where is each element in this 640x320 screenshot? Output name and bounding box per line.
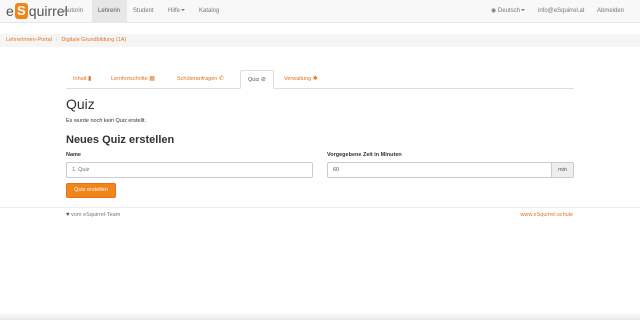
breadcrumb: LehrerInnen-Portal / Digitale Grundbildung… — [0, 34, 640, 47]
time-label: Vorgegebene Zeit in Minuten — [327, 152, 402, 158]
tab-label: Schüleranfragen — [177, 76, 218, 82]
name-label: Name — [66, 152, 81, 158]
tab-label: Quiz — [248, 77, 260, 83]
breadcrumb-course[interactable]: Digitale Grundbildung (1A) — [61, 37, 126, 43]
heart-icon: ♥ — [66, 212, 70, 218]
create-quiz-button[interactable]: Quiz erstellen — [66, 183, 116, 198]
chevron-down-icon — [181, 9, 186, 11]
chevron-down-icon — [520, 9, 525, 11]
brand-prefix: e — [6, 3, 14, 19]
logout-link[interactable]: Abmelden — [591, 0, 630, 22]
tab-label: Lernfortschritte — [111, 76, 148, 82]
nav-email[interactable]: info@eSquirrel.at — [532, 0, 590, 22]
footer-credit: ♥ vom eSquirrel-Team — [66, 212, 120, 218]
course-tabs: Inhalt ▮ Lernfortschritte ▦ Schüleranfra… — [66, 70, 574, 89]
globe-icon: ◉ — [491, 8, 498, 14]
footer-website-link[interactable]: www.eSquirrel.schule — [520, 212, 573, 218]
tab-inhalt[interactable]: Inhalt ▮ — [66, 71, 98, 89]
no-quiz-message: Es wurde noch kein Quiz erstellt. — [66, 118, 147, 124]
quiz-name-input[interactable] — [66, 162, 313, 178]
phone-icon: ✆ — [218, 76, 224, 82]
nav-hilfe-dropdown[interactable]: Hilfe — [162, 0, 191, 22]
tab-quiz[interactable]: Quiz ⊘ — [240, 70, 274, 89]
new-quiz-heading: Neues Quiz erstellen — [66, 134, 175, 146]
nav-katalog[interactable]: Katalog — [193, 0, 225, 22]
footer-credit-text: vom eSquirrel-Team — [71, 212, 121, 218]
language-dropdown[interactable]: ◉ Deutsch — [485, 0, 531, 22]
time-unit-addon: min — [551, 162, 574, 178]
footer-divider — [0, 207, 640, 208]
tab-lernfortschritte[interactable]: Lernfortschritte ▦ — [104, 71, 162, 89]
brand-s-mark: S — [14, 3, 28, 19]
nav-autorin[interactable]: Autorin — [58, 0, 89, 22]
window-bottom-edge — [0, 312, 640, 320]
breadcrumb-separator: / — [55, 37, 58, 43]
nav-hilfe-label: Hilfe — [168, 8, 181, 14]
top-navbar: e Squirrel Autorin Lehrerin Student Hilfe… — [0, 0, 640, 23]
tab-label: Inhalt — [73, 76, 87, 82]
check-circle-icon: ⊘ — [260, 77, 266, 83]
time-minutes-input[interactable] — [327, 162, 552, 178]
nav-lehrerin[interactable]: Lehrerin — [92, 0, 127, 22]
book-icon: ▮ — [88, 76, 92, 82]
breadcrumb-portal[interactable]: LehrerInnen-Portal — [6, 37, 52, 43]
tab-label: Verwaltung — [284, 76, 312, 82]
page-title: Quiz — [66, 96, 95, 112]
gear-icon: ✱ — [312, 76, 318, 82]
tab-verwaltung[interactable]: Verwaltung ✱ — [277, 71, 325, 89]
nav-student[interactable]: Student — [127, 0, 160, 22]
calendar-icon: ▦ — [149, 76, 155, 82]
language-label: Deutsch — [497, 8, 520, 14]
tab-schueleranfragen[interactable]: Schüleranfragen ✆ — [170, 71, 231, 89]
